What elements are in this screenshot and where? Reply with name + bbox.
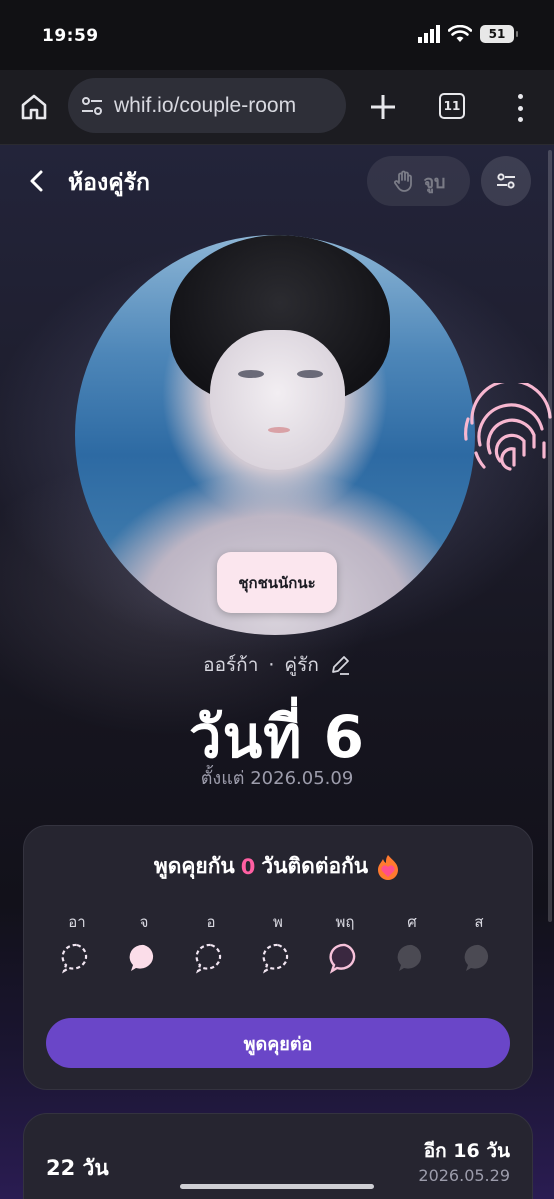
edit-icon[interactable] [329, 654, 351, 676]
partner-name: ออร์ก้า [203, 654, 259, 676]
weekday-label: พ [273, 913, 283, 931]
chat-bubble-inactive-icon [464, 944, 489, 971]
weekday-saturday: ส [448, 910, 510, 974]
weekday-label: ส [474, 913, 484, 931]
avatar-face [210, 330, 345, 470]
flame-heart-icon [378, 854, 399, 880]
kiss-button[interactable]: จูบ [367, 156, 470, 206]
weekday-thursday: พฤ [314, 910, 376, 974]
avatar-eye [297, 370, 323, 378]
fingerprint-icon[interactable] [462, 383, 554, 479]
avatar-lips [268, 427, 290, 433]
signal-icon [418, 25, 440, 43]
relation-label: คู่รัก [284, 654, 319, 676]
page-title: ห้องคู่รัก [68, 170, 150, 196]
chat-streak-card: พูดคุยกัน 0 วันติดต่อกัน อา จ อ พ พฤ ศ ส… [23, 825, 533, 1090]
status-bar: 19:59 51 [0, 0, 554, 70]
hand-icon [393, 170, 412, 192]
battery-indicator: 51 [480, 25, 518, 43]
menu-dot [517, 117, 523, 122]
chat-bubble-dashed-icon [262, 943, 289, 974]
streak-suffix: วันติดต่อกัน [261, 854, 369, 878]
weekday-tuesday: อ [180, 910, 242, 974]
url-text[interactable]: whif.io/couple-room [114, 94, 296, 118]
weekday-label: อา [68, 913, 86, 931]
weekday-label: พฤ [335, 913, 355, 931]
partner-info: ออร์ก้า · คู่รัก [0, 650, 554, 680]
chat-bubble-dashed-icon [61, 943, 88, 974]
weekday-label: ศ [407, 913, 417, 931]
anniversary-date: 2026.05.29 [418, 1166, 510, 1185]
streak-title: พูดคุยกัน 0 วันติดต่อกัน [24, 850, 532, 883]
home-button[interactable] [16, 89, 52, 125]
browser-menu-button[interactable] [508, 91, 532, 125]
chat-bubble-inactive-icon [397, 944, 422, 971]
streak-count: 0 [240, 854, 256, 879]
since-date: ตั้งแต่ 2026.05.09 [200, 768, 354, 789]
weekday-wednesday: พ [247, 910, 309, 974]
speech-bubble: ชุกชนนักนะ [217, 552, 337, 613]
weekday-friday: ศ [381, 910, 443, 974]
anniversary-days: 22 วัน [46, 1156, 109, 1180]
home-indicator[interactable] [180, 1184, 374, 1189]
chat-bubble-filled-icon [129, 944, 154, 971]
new-tab-icon[interactable] [366, 90, 400, 124]
page-scrollbar[interactable] [548, 150, 552, 922]
streak-prefix: พูดคุยกัน [153, 854, 235, 878]
browser-toolbar: whif.io/couple-room 11 [0, 70, 554, 145]
page-header: ห้องคู่รัก จูบ [0, 145, 554, 217]
menu-dot [517, 94, 523, 99]
address-bar[interactable]: whif.io/couple-room [68, 78, 346, 133]
separator-dot: · [268, 654, 275, 676]
home-icon [21, 94, 47, 120]
couple-room-page: ห้องคู่รัก จูบ ชุกชนนักนะ ออร์ก้า · คู่ร… [0, 145, 554, 1199]
wifi-icon [448, 25, 472, 42]
chat-bubble-dashed-icon [195, 943, 222, 974]
weekday-label: อ [206, 913, 216, 931]
continue-chat-button[interactable]: พูดคุยต่อ [46, 1018, 510, 1068]
week-streak: อา จ อ พ พฤ ศ ส [46, 910, 510, 974]
menu-dot [517, 105, 523, 111]
settings-button[interactable] [481, 156, 531, 206]
weekday-sunday: อา [46, 910, 108, 974]
status-icons: 51 [418, 25, 518, 43]
chat-bubble-outline-icon [329, 943, 356, 974]
kiss-label: จูบ [423, 171, 446, 193]
site-settings-icon[interactable] [80, 94, 104, 118]
back-icon[interactable] [24, 167, 52, 195]
sliders-icon [497, 173, 515, 189]
tab-switcher-button[interactable]: 11 [439, 93, 465, 119]
weekday-monday: จ [113, 910, 175, 974]
avatar-eye [238, 370, 264, 378]
status-time: 19:59 [42, 26, 99, 46]
anniversary-remaining: อีก 16 วัน [423, 1140, 510, 1162]
weekday-label: จ [139, 913, 149, 931]
